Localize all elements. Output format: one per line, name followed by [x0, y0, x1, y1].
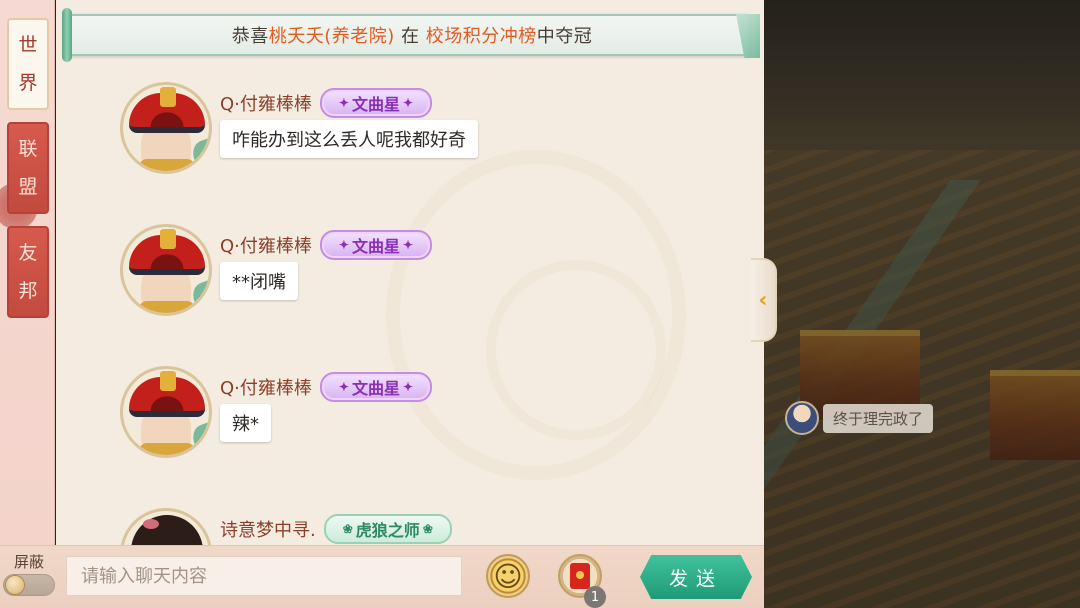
banner-rod [62, 8, 72, 62]
announcement-banner: 恭喜桃夭夭(养老院) 在 校场积分冲榜中夺冠 [62, 8, 762, 62]
tab-friends[interactable]: 友邦 [7, 226, 49, 318]
chat-message: Q·付雍棒棒 ✦ 文曲星 ✦ **闭嘴 [120, 224, 760, 344]
scene-overlay [760, 0, 1080, 608]
announcement-suffix: 中夺冠 [536, 26, 593, 47]
red-envelope-count: 1 [584, 586, 606, 608]
title-badge: ❀ 虎狼之师 ❀ [323, 514, 452, 544]
username-text: Q·付雍棒棒 [220, 236, 312, 257]
expand-arrow-icon: ‹ [758, 287, 768, 313]
message-bubble: **闭嘴 [220, 262, 298, 300]
announcement-event[interactable]: 校场积分冲榜 [426, 26, 537, 47]
npc-avatar [785, 401, 819, 435]
announcement-text: 恭喜桃夭夭(养老院) 在 校场积分冲榜中夺冠 [232, 22, 593, 48]
message-username[interactable]: Q·付雍棒棒 ✦ 文曲星 ✦ [220, 372, 433, 402]
chat-message: Q·付雍棒棒 ✦ 文曲星 ✦ 咋能办到这么丢人呢我都好奇 [120, 82, 760, 202]
avatar[interactable] [120, 508, 212, 545]
send-button[interactable]: 发送 [640, 555, 752, 599]
title-badge: ✦ 文曲星 ✦ [319, 88, 433, 118]
message-username[interactable]: Q·付雍棒棒 ✦ 文曲星 ✦ [220, 88, 433, 118]
chat-input[interactable] [66, 556, 462, 596]
username-text: Q·付雍棒棒 [220, 94, 312, 115]
emoji-icon: ☺ [493, 559, 523, 593]
npc-speech[interactable]: 终于理完政了 [785, 398, 935, 438]
announcement-player[interactable]: 桃夭夭(养老院) [269, 26, 395, 47]
message-username[interactable]: Q·付雍棒棒 ✦ 文曲星 ✦ [220, 230, 433, 260]
collapse-chat-button[interactable]: ‹ [751, 258, 777, 342]
emoji-button[interactable]: ☺ [486, 554, 530, 598]
red-envelope-icon [570, 563, 590, 589]
message-username[interactable]: 诗意梦中寻. ❀ 虎狼之师 ❀ [220, 514, 452, 544]
chat-input-bar: 屏蔽 ☺ 1 发送 [0, 545, 764, 608]
chat-message: Q·付雍棒棒 ✦ 文曲星 ✦ 辣* [120, 366, 760, 486]
announcement-prefix: 恭喜 [231, 26, 269, 47]
username-text: Q·付雍棒棒 [220, 378, 312, 399]
announcement-middle: 在 [401, 26, 420, 47]
avatar[interactable] [120, 82, 212, 174]
title-badge: ✦ 文曲星 ✦ [319, 230, 433, 260]
chat-message: 诗意梦中寻. ❀ 虎狼之师 ❀ [120, 508, 760, 545]
username-text: 诗意梦中寻. [220, 520, 316, 541]
message-bubble: 辣* [220, 404, 271, 442]
avatar[interactable] [120, 224, 212, 316]
block-label: 屏蔽 [14, 553, 45, 571]
channel-tabs: 世界 联盟 友邦 [0, 0, 55, 545]
tab-world[interactable]: 世界 [7, 18, 49, 110]
avatar[interactable] [120, 366, 212, 458]
block-toggle[interactable] [3, 574, 55, 596]
toggle-knob [5, 575, 25, 595]
title-badge: ✦ 文曲星 ✦ [319, 372, 433, 402]
npc-speech-text: 终于理完政了 [823, 403, 934, 433]
message-bubble: 咋能办到这么丢人呢我都好奇 [220, 120, 478, 158]
chat-panel: Q·付雍棒棒 ✦ 文曲星 ✦ 咋能办到这么丢人呢我都好奇 Q·付雍棒棒 ✦ 文曲星 ✦ … [56, 0, 764, 545]
tab-alliance[interactable]: 联盟 [7, 122, 49, 214]
game-scene-background [760, 0, 1080, 608]
